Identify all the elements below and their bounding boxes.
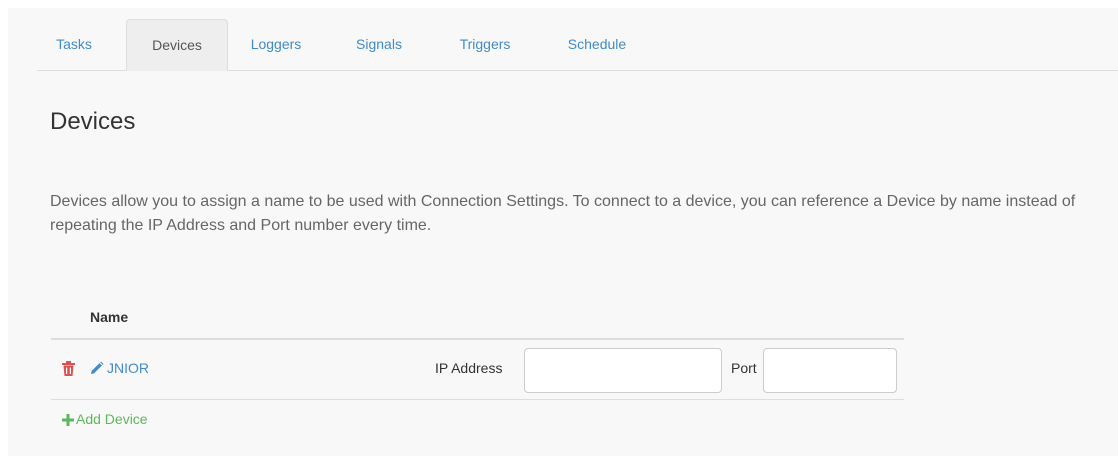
port-label: Port <box>731 360 757 376</box>
pencil-icon[interactable] <box>89 361 104 376</box>
plus-icon <box>62 413 74 426</box>
tab-devices[interactable]: Devices <box>126 19 228 71</box>
tab-bar: Tasks Devices Loggers Signals Triggers S… <box>37 19 1118 71</box>
tab-tasks[interactable]: Tasks <box>37 19 111 70</box>
column-header-name: Name <box>90 309 129 325</box>
port-input[interactable] <box>763 348 897 393</box>
ip-address-input[interactable] <box>524 348 722 393</box>
tab-triggers[interactable]: Triggers <box>447 19 523 70</box>
device-name-link[interactable]: JNIOR <box>107 360 149 376</box>
tab-schedule[interactable]: Schedule <box>552 19 642 70</box>
tab-signals[interactable]: Signals <box>344 19 414 70</box>
devices-table: Name JNIOR IP Address Port Add Device <box>51 300 904 440</box>
table-row: JNIOR IP Address Port <box>51 340 904 400</box>
add-row: Add Device <box>51 400 904 440</box>
table-header: Name <box>51 300 904 340</box>
ip-address-label: IP Address <box>435 360 503 376</box>
add-device-button[interactable]: Add Device <box>62 411 148 427</box>
tab-loggers[interactable]: Loggers <box>236 19 316 70</box>
add-device-label: Add Device <box>76 411 148 427</box>
trash-icon[interactable] <box>62 361 75 377</box>
page-description: Devices allow you to assign a name to be… <box>50 193 1076 234</box>
page-title: Devices <box>50 108 136 135</box>
